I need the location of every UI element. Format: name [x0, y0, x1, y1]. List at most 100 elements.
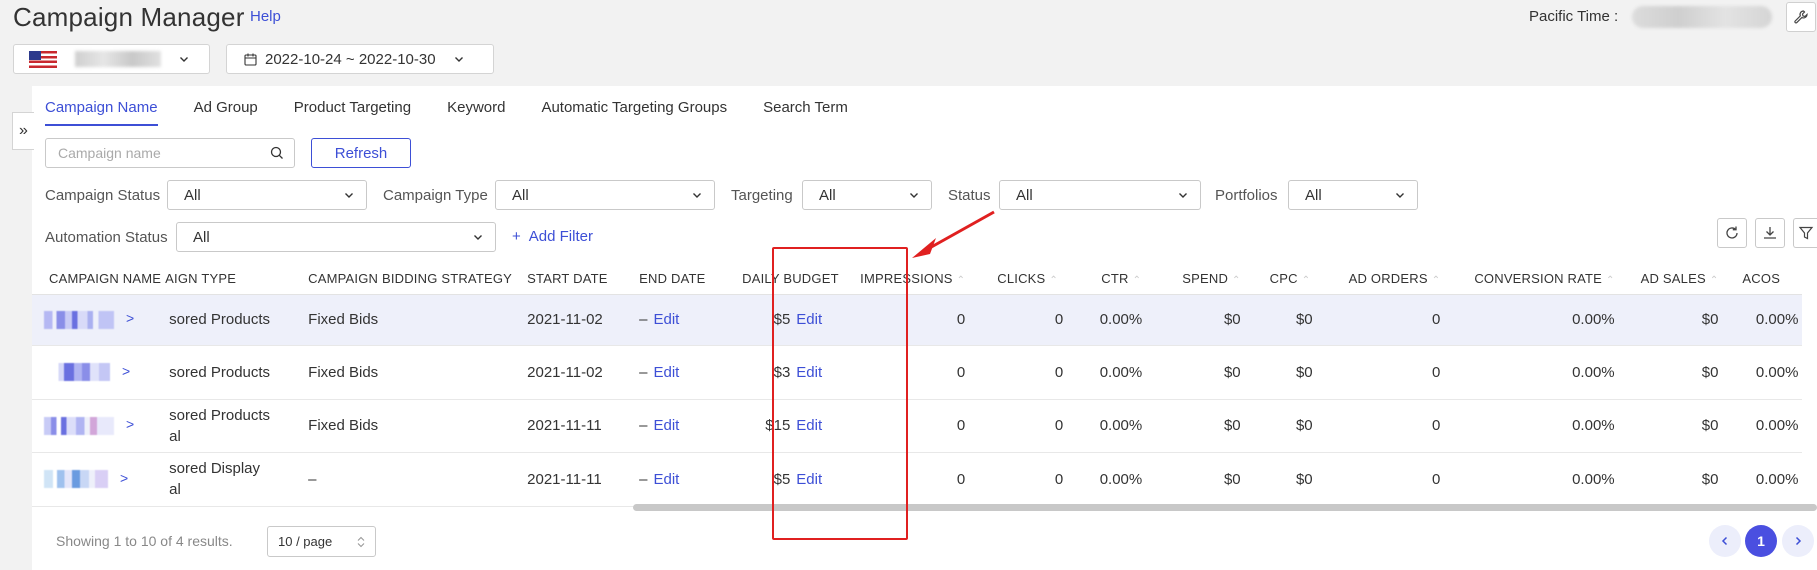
chevron-right-icon[interactable]: >	[126, 310, 134, 326]
sort-icon[interactable]: ⌃	[1232, 275, 1241, 286]
tab-keyword[interactable]: Keyword	[447, 99, 505, 126]
ad-orders-header-label: AD ORDERS	[1348, 271, 1428, 287]
cpc-cell: $0	[1244, 452, 1317, 507]
portfolios-value: All	[1305, 186, 1322, 204]
col-spend[interactable]: SPEND ⌃	[1146, 264, 1245, 295]
col-cpc[interactable]: CPC ⌃	[1244, 264, 1317, 295]
portfolios-select[interactable]: All	[1288, 180, 1418, 210]
col-campaign-name[interactable]: CAMPAIGN NAME	[32, 264, 166, 295]
status-select[interactable]: All	[999, 180, 1201, 210]
start-date-cell: 2021-11-02	[523, 345, 636, 400]
bidding-strategy-cell: Fixed Bids	[292, 345, 524, 400]
clicks-header-label: CLICKS	[997, 271, 1046, 287]
tab-ad-group[interactable]: Ad Group	[194, 99, 258, 126]
col-acos[interactable]: ACOS	[1722, 264, 1803, 295]
ctr-header-label: CTR	[1101, 271, 1129, 287]
chevron-right-icon[interactable]: >	[126, 416, 134, 432]
clicks-cell: 0	[969, 294, 1068, 346]
sort-icon[interactable]: ⌃	[1302, 275, 1311, 286]
campaign-name-cell[interactable]: >	[32, 399, 166, 453]
conversion-rate-cell: 0.00%	[1444, 294, 1619, 346]
refresh-icon	[1726, 226, 1738, 239]
sort-icon[interactable]: ⌃	[957, 275, 966, 286]
col-campaign-type[interactable]: AIGN TYPE	[165, 264, 293, 295]
table-row: > sored Products Fixed Bids 2021-11-02 –…	[32, 294, 1803, 346]
campaign-name-redacted	[54, 363, 110, 382]
acos-cell: 0.00%	[1722, 452, 1803, 507]
chevron-down-icon	[1396, 193, 1404, 198]
add-filter-button[interactable]: + Add Filter	[512, 228, 593, 245]
tab-automatic-targeting-groups[interactable]: Automatic Targeting Groups	[541, 99, 727, 126]
edit-end-date-link[interactable]: Edit	[654, 471, 680, 488]
col-end-date[interactable]: END DATE	[635, 264, 733, 295]
col-ctr[interactable]: CTR ⌃	[1067, 264, 1147, 295]
chevron-right-icon[interactable]: >	[122, 363, 130, 379]
col-ad-orders[interactable]: AD ORDERS ⌃	[1316, 264, 1445, 295]
campaign-search-input[interactable]	[58, 145, 258, 161]
chevron-down-icon	[693, 193, 701, 198]
clicks-cell: 0	[969, 452, 1068, 507]
campaign-name-cell[interactable]: >	[32, 345, 166, 400]
automation-status-value: All	[193, 228, 210, 246]
tab-search-term[interactable]: Search Term	[763, 99, 848, 126]
tab-bar: Campaign Name Ad Group Product Targeting…	[45, 99, 884, 126]
end-date-cell: – Edit	[635, 452, 733, 507]
reload-button[interactable]	[1717, 218, 1747, 248]
bidding-strategy-cell: Fixed Bids	[292, 399, 524, 453]
ad-orders-cell: 0	[1316, 399, 1445, 453]
tab-product-targeting[interactable]: Product Targeting	[294, 99, 411, 126]
edit-end-date-link[interactable]: Edit	[654, 364, 680, 381]
expand-sidebar-button[interactable]: »	[12, 112, 34, 150]
campaign-name-redacted	[44, 310, 114, 329]
edit-end-date-link[interactable]: Edit	[654, 311, 680, 328]
campaign-search	[45, 138, 295, 168]
sort-icon[interactable]: ⌃	[1133, 275, 1142, 286]
settings-button[interactable]	[1786, 2, 1816, 32]
col-start-date[interactable]: START DATE	[523, 264, 636, 295]
sort-icon[interactable]: ⌃	[1710, 275, 1719, 286]
col-ad-sales[interactable]: AD SALES ⌃	[1618, 264, 1723, 295]
chevron-down-icon	[474, 235, 482, 240]
col-bidding-strategy[interactable]: CAMPAIGN BIDDING STRATEGY	[292, 264, 524, 295]
sort-icon[interactable]: ⌃	[1049, 275, 1058, 286]
add-filter-label: Add Filter	[528, 228, 593, 245]
table-row: > sored Display al – 2021-11-11 – Edit $5 E…	[32, 452, 1803, 507]
campaign-name-cell[interactable]: >	[32, 294, 166, 346]
col-conversion-rate[interactable]: CONVERSION RATE ⌃	[1444, 264, 1619, 295]
targeting-select[interactable]: All	[802, 180, 932, 210]
chevron-right-icon[interactable]: >	[120, 470, 128, 486]
campaign-status-select[interactable]: All	[167, 180, 367, 210]
ad-sales-cell: $0	[1618, 399, 1723, 453]
ad-sales-header-label: AD SALES	[1640, 271, 1706, 287]
filter-toggle-button[interactable]	[1793, 218, 1817, 248]
end-date-cell: – Edit	[635, 294, 733, 346]
refresh-button[interactable]: Refresh	[311, 138, 411, 168]
marketplace-select[interactable]	[13, 44, 210, 74]
page-number-button[interactable]: 1	[1745, 525, 1777, 557]
col-clicks[interactable]: CLICKS ⌃	[969, 264, 1068, 295]
sort-icon[interactable]: ⌃	[1432, 275, 1441, 286]
search-icon[interactable]	[270, 146, 284, 160]
ad-sales-cell: $0	[1618, 452, 1723, 507]
table-row: > sored Products Fixed Bids 2021-11-02 –…	[32, 345, 1803, 400]
acos-cell: 0.00%	[1722, 294, 1803, 346]
sort-icon[interactable]: ⌃	[1606, 275, 1615, 286]
campaign-type-text: sored Products	[169, 311, 271, 328]
page-size-select[interactable]: 10 / page	[267, 526, 376, 557]
tab-campaign-name[interactable]: Campaign Name	[45, 99, 158, 126]
ad-orders-cell: 0	[1316, 452, 1445, 507]
prev-page-button[interactable]	[1709, 525, 1741, 557]
wrench-icon	[1794, 10, 1808, 24]
campaign-type-select[interactable]: All	[495, 180, 715, 210]
date-range-select[interactable]: 2022-10-24 ~ 2022-10-30	[226, 44, 494, 74]
end-date-value: –	[639, 470, 648, 488]
campaign-type-text: sored Products	[169, 363, 271, 381]
download-button[interactable]	[1755, 218, 1785, 248]
edit-end-date-link[interactable]: Edit	[654, 417, 680, 434]
help-link[interactable]: Help	[250, 8, 281, 25]
automation-status-select[interactable]: All	[176, 222, 496, 252]
download-icon	[1764, 227, 1776, 239]
funnel-icon	[1798, 226, 1813, 240]
next-page-button[interactable]	[1782, 525, 1814, 557]
campaign-name-cell[interactable]: >	[32, 452, 166, 507]
